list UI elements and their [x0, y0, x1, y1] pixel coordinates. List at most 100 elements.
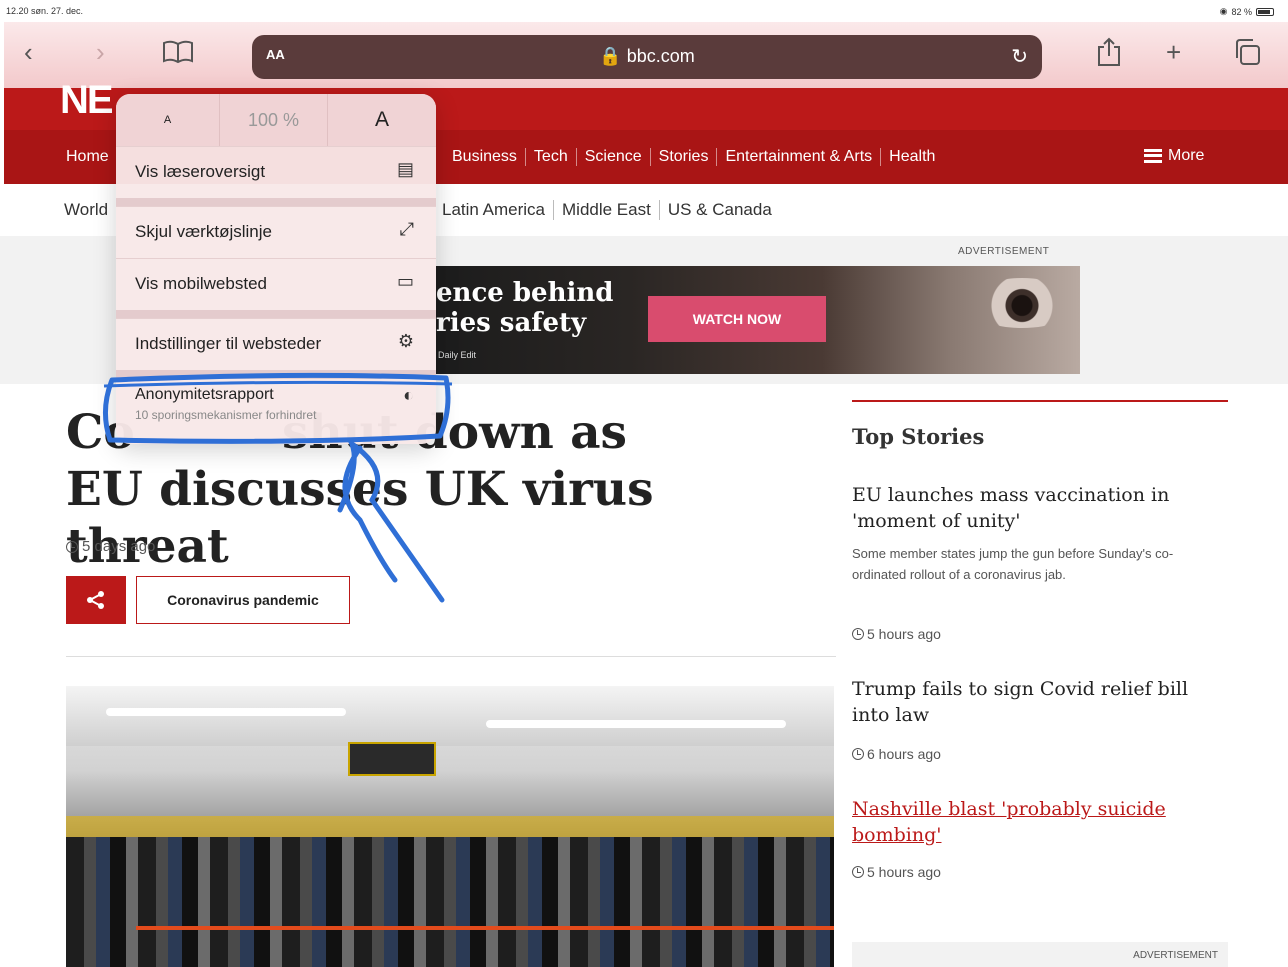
article-time-text: 5 days ago: [82, 538, 156, 555]
menu-mobile-site[interactable]: Vis mobilwebsted ▭: [116, 258, 436, 310]
address-bar[interactable]: AA 🔒 bbc.com ↻: [252, 35, 1042, 79]
collapse-icon: ⤢: [399, 219, 414, 239]
photo-ceiling: [66, 686, 834, 746]
menu-website-settings-label: Indstillinger til websteder: [135, 334, 322, 353]
chevron-right-icon: ›: [96, 36, 105, 67]
nav-entertainment[interactable]: Entertainment & Arts: [716, 148, 880, 166]
nav-tech[interactable]: Tech: [524, 148, 576, 166]
article-photo: [66, 686, 834, 967]
story-headline-3[interactable]: Nashville blast 'probably suicide bombin…: [852, 796, 1222, 848]
clock-icon: [66, 540, 78, 553]
story-time-3: 5 hours ago: [852, 864, 941, 880]
nav-science[interactable]: Science: [575, 148, 650, 166]
battery-percent: 82 %: [1231, 6, 1252, 17]
nav-stories[interactable]: Stories: [649, 148, 717, 166]
tabs-icon: [1236, 39, 1260, 65]
story-headline-1[interactable]: EU launches mass vaccination in 'moment …: [852, 482, 1222, 534]
zoom-in-button[interactable]: A: [328, 94, 436, 146]
article-share-button[interactable]: [66, 576, 126, 624]
share-icon: [87, 591, 104, 609]
ad-headline-1: ence behind: [436, 278, 614, 308]
story-time-3-text: 5 hours ago: [867, 864, 941, 880]
clock-icon: [852, 748, 864, 760]
nav-more-button[interactable]: More: [1144, 147, 1204, 165]
subnav-latin-america[interactable]: Latin America: [442, 200, 553, 220]
status-bar: 12.20 søn. 27. dec. ◉ 82 %: [0, 0, 1288, 22]
battery-icon: [1256, 7, 1274, 16]
ad-watch-now-button[interactable]: WATCH NOW: [648, 296, 826, 342]
bbc-news-logo[interactable]: NE: [60, 78, 114, 123]
nav-items: Business Tech Science Stories Entertainm…: [448, 148, 943, 166]
new-tab-button[interactable]: +: [1166, 34, 1181, 70]
story-time-1-text: 5 hours ago: [867, 626, 941, 642]
forward-button[interactable]: ›: [96, 34, 105, 70]
privacy-shield-icon: ◐: [403, 385, 414, 405]
nav-health[interactable]: Health: [880, 148, 943, 166]
article-divider: [66, 656, 836, 657]
clock-icon: [852, 866, 864, 878]
menu-show-reader-label: Vis læseroversigt: [135, 162, 266, 181]
menu-privacy-report[interactable]: Anonymitetsrapport 10 sporingsmekanismer…: [116, 378, 436, 430]
ad-brand: Daily Edit: [438, 350, 477, 360]
book-icon: [163, 40, 193, 64]
back-button[interactable]: ‹: [24, 34, 33, 70]
subnav-world[interactable]: World: [64, 200, 108, 220]
page-menu-popover: A 100 % A Vis læseroversigt ▤ Skjul værk…: [116, 94, 436, 444]
menu-separator: [116, 310, 436, 318]
subnav-middle-east[interactable]: Middle East: [553, 200, 659, 220]
reader-icon: ▤: [396, 159, 414, 179]
headline-line-2: EU discusses UK virus threat: [66, 462, 654, 574]
nav-more-label: More: [1168, 147, 1205, 164]
photo-crowd: [66, 837, 834, 967]
photo-queue-rope: [136, 926, 834, 930]
story-time-2: 6 hours ago: [852, 746, 941, 762]
share-button[interactable]: [1096, 34, 1122, 70]
story-summary-1: Some member states jump the gun before S…: [852, 546, 1174, 582]
bookmarks-button[interactable]: [162, 34, 194, 70]
menu-privacy-report-sub: 10 sporingsmekanismer forhindret: [135, 408, 317, 422]
hamburger-icon: [1144, 149, 1162, 163]
zoom-out-button[interactable]: A: [116, 94, 220, 146]
photo-light: [486, 720, 786, 728]
ad-label: ADVERTISEMENT: [958, 246, 1050, 257]
url-value: bbc.com: [626, 46, 695, 66]
menu-mobile-site-label: Vis mobilwebsted: [135, 274, 267, 293]
lock-icon: 🔒: [599, 46, 622, 66]
story-headline-2[interactable]: Trump fails to sign Covid relief bill in…: [852, 676, 1222, 728]
topic-tag-button[interactable]: Coronavirus pandemic: [136, 576, 350, 624]
share-icon: [1098, 37, 1120, 66]
status-right: ◉ 82 %: [1220, 6, 1274, 17]
clock-icon: [852, 628, 864, 640]
zoom-controls: A 100 % A: [116, 94, 436, 146]
nav-business[interactable]: Business: [448, 148, 525, 166]
menu-separator: [116, 198, 436, 206]
menu-separator: [116, 370, 436, 378]
tabs-button[interactable]: [1232, 34, 1262, 70]
plus-icon: +: [1166, 36, 1182, 67]
settings-icon: ⚙: [397, 331, 414, 351]
photo-light: [106, 708, 346, 716]
menu-website-settings[interactable]: Indstillinger til websteder ⚙: [116, 318, 436, 370]
menu-hide-toolbar[interactable]: Skjul værktøjslinje ⤢: [116, 206, 436, 258]
status-time-date: 12.20 søn. 27. dec.: [6, 6, 84, 16]
sidebar-top-rule: [852, 400, 1228, 402]
menu-privacy-report-label: Anonymitetsrapport: [135, 386, 274, 403]
url-text: 🔒 bbc.com: [252, 46, 1042, 67]
subnav-us-canada[interactable]: US & Canada: [658, 200, 780, 220]
reload-icon[interactable]: ↻: [1011, 44, 1028, 69]
subnav-items: Latin America Middle East US & Canada: [442, 200, 780, 220]
mobile-site-icon: ▭: [396, 271, 414, 291]
ad-headline-2: ries safety: [436, 308, 587, 338]
menu-hide-toolbar-label: Skjul værktøjslinje: [135, 222, 272, 241]
menu-show-reader[interactable]: Vis læseroversigt ▤: [116, 146, 436, 198]
nav-home[interactable]: Home: [66, 148, 109, 166]
photo-sign: [348, 742, 436, 776]
ad-banner[interactable]: ence behind ries safety Daily Edit WATCH…: [436, 266, 1080, 374]
wifi-icon: ◉: [1219, 6, 1228, 16]
chevron-left-icon: ‹: [24, 36, 33, 67]
article-timestamp: 5 days ago: [66, 538, 155, 555]
story-time-1: 5 hours ago: [852, 626, 941, 642]
browser-toolbar: ‹ › AA 🔒 bbc.com ↻ +: [4, 22, 1288, 88]
ad-eye-image: [966, 278, 1078, 328]
zoom-level[interactable]: 100 %: [220, 94, 328, 146]
